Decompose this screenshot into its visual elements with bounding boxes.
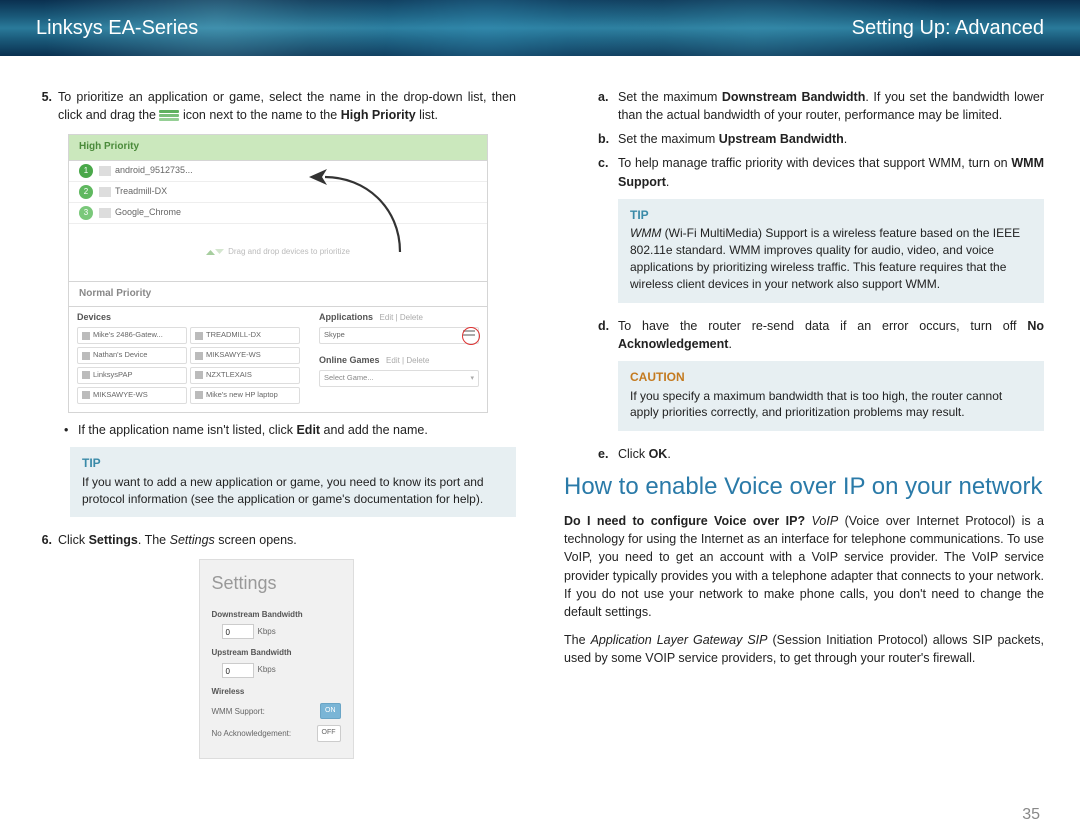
right-column: a. Set the maximum Downstream Bandwidth.…: [564, 88, 1044, 794]
toggle-on: ON: [320, 703, 341, 719]
sub-step-d: d. To have the router re-send data if an…: [598, 317, 1044, 353]
step-text: To prioritize an application or game, se…: [58, 88, 516, 124]
page-number: 35: [1022, 806, 1040, 824]
hp-row: 1 android_9512735...: [69, 161, 487, 182]
hp-device-name: Treadmill-DX: [115, 185, 167, 198]
bullet-icon: •: [64, 421, 78, 439]
tip-callout: TIP If you want to add a new application…: [70, 447, 516, 517]
high-priority-header: High Priority: [69, 135, 487, 161]
updown-arrows-icon: [206, 243, 224, 261]
step-5: 5. To prioritize an application or game,…: [36, 88, 516, 124]
tip-body: If you want to add a new application or …: [82, 474, 504, 508]
unit-label: Kbps: [258, 626, 276, 638]
drag-handle-icon: [159, 109, 179, 122]
applications-label: Applications Edit | Delete: [319, 311, 479, 324]
settings-panel-screenshot: Settings Downstream Bandwidth 0 Kbps Ups…: [199, 559, 354, 758]
device-cell: Mike's 2486-Gatew...: [77, 327, 187, 344]
device-icon: [195, 352, 203, 360]
step-number: 5.: [36, 88, 58, 124]
app-select: Skype: [319, 327, 479, 344]
step-text: Click Settings. The Settings screen open…: [58, 531, 516, 549]
caution-callout: CAUTION If you specify a maximum bandwid…: [618, 361, 1044, 431]
downstream-label: Downstream Bandwidth: [212, 609, 341, 621]
tip-callout: TIP WMM (Wi-Fi MultiMedia) Support is a …: [618, 199, 1044, 303]
priority-badge-icon: 1: [79, 164, 93, 178]
device-cell: LinksysPAP: [77, 367, 187, 384]
upstream-input: 0: [222, 663, 254, 678]
hp-row: 2 Treadmill-DX: [69, 182, 487, 203]
device-icon: [99, 187, 111, 197]
devices-label: Devices: [77, 311, 301, 324]
noack-label: No Acknowledgement:: [212, 728, 292, 740]
tip-title: TIP: [630, 207, 1032, 224]
tip-body: WMM (Wi-Fi MultiMedia) Support is a wire…: [630, 225, 1032, 292]
device-icon: [82, 352, 90, 360]
sub-step-e: e. Click OK.: [598, 445, 1044, 463]
priority-panel-screenshot: High Priority 1 android_9512735... 2 Tre…: [68, 134, 488, 413]
device-cell: TREADMILL-DX: [190, 327, 300, 344]
device-icon: [99, 166, 111, 176]
step-6: 6. Click Settings. The Settings screen o…: [36, 531, 516, 549]
section-heading: How to enable Voice over IP on your netw…: [564, 473, 1044, 502]
caution-title: CAUTION: [630, 369, 1032, 386]
device-cell: NZXTLEXAIS: [190, 367, 300, 384]
sub-step-b: b. Set the maximum Upstream Bandwidth.: [598, 130, 1044, 148]
device-icon: [99, 208, 111, 218]
wireless-label: Wireless: [212, 686, 341, 698]
hp-device-name: android_9512735...: [115, 164, 193, 177]
sub-step-a: a. Set the maximum Downstream Bandwidth.…: [598, 88, 1044, 124]
wmm-label: WMM Support:: [212, 706, 265, 718]
sip-paragraph: The Application Layer Gateway SIP (Sessi…: [564, 631, 1044, 667]
device-icon: [82, 371, 90, 379]
upstream-label: Upstream Bandwidth: [212, 647, 341, 659]
voip-intro-paragraph: Do I need to configure Voice over IP? Vo…: [564, 512, 1044, 621]
settings-title: Settings: [212, 570, 341, 596]
sub-step-c: c. To help manage traffic priority with …: [598, 154, 1044, 190]
doc-section-title: Setting Up: Advanced: [852, 17, 1044, 40]
step-number: 6.: [36, 531, 58, 549]
device-cell: Mike's new HP laptop: [190, 387, 300, 404]
highlight-circle-icon: [462, 327, 480, 345]
drop-zone: Drag and drop devices to prioritize: [69, 224, 487, 282]
device-cell: MIKSAWYE-WS: [190, 347, 300, 364]
chevron-down-icon: ▾: [470, 374, 474, 384]
unit-label: Kbps: [258, 664, 276, 676]
tip-title: TIP: [82, 455, 504, 472]
device-icon: [195, 391, 203, 399]
callout-arrow-icon: [305, 157, 415, 257]
priority-badge-icon: 3: [79, 206, 93, 220]
priority-badge-icon: 2: [79, 185, 93, 199]
game-select: Select Game... ▾: [319, 370, 479, 387]
device-icon: [195, 332, 203, 340]
sub-bullet: • If the application name isn't listed, …: [64, 421, 516, 439]
device-cell: Nathan's Device: [77, 347, 187, 364]
doc-series-title: Linksys EA-Series: [36, 17, 198, 40]
games-label: Online Games Edit | Delete: [319, 354, 479, 367]
hp-row: 3 Google_Chrome: [69, 203, 487, 224]
device-icon: [82, 332, 90, 340]
toggle-off: OFF: [317, 725, 341, 741]
left-column: 5. To prioritize an application or game,…: [36, 88, 516, 794]
device-cell: MIKSAWYE-WS: [77, 387, 187, 404]
devices-grid: Mike's 2486-Gatew... TREADMILL-DX Nathan…: [77, 327, 301, 404]
downstream-input: 0: [222, 624, 254, 639]
page-banner: Linksys EA-Series Setting Up: Advanced: [0, 0, 1080, 56]
device-icon: [82, 391, 90, 399]
normal-priority-header: Normal Priority: [69, 282, 487, 308]
hp-device-name: Google_Chrome: [115, 206, 181, 219]
caution-body: If you specify a maximum bandwidth that …: [630, 388, 1032, 422]
device-icon: [195, 371, 203, 379]
